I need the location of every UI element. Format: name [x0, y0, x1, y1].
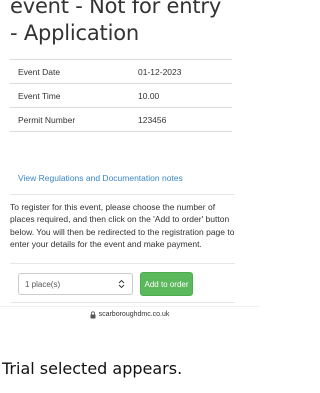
- event-details-table: Event Date 01-12-2023 Event Time 10.00 P…: [10, 59, 232, 132]
- permit-number-value: 123456: [130, 107, 232, 132]
- add-to-order-button[interactable]: Add to order: [140, 272, 193, 296]
- places-select-value: 1 place(s): [25, 279, 61, 289]
- browser-url-text: scarboroughdmc.co.uk: [98, 311, 170, 318]
- table-row: Event Date 01-12-2023: [10, 59, 232, 84]
- event-time-value: 10.00: [130, 83, 232, 108]
- places-select[interactable]: 1 place(s): [18, 273, 133, 295]
- permit-number-label: Permit Number: [10, 107, 130, 132]
- chevron-updown-icon: [114, 276, 128, 292]
- event-title: event - Not for entry - Application: [10, 0, 255, 47]
- event-title-line-1: event - Not for entry: [10, 0, 222, 18]
- order-form: 1 place(s) Add to order: [10, 263, 235, 303]
- regulations-link[interactable]: View Regulations and Documentation notes: [18, 173, 183, 183]
- table-row: Permit Number 123456: [10, 107, 232, 132]
- event-date-label: Event Date: [10, 59, 130, 84]
- caption-text: Trial selected appears.: [2, 359, 183, 378]
- browser-url-bar[interactable]: scarboroughdmc.co.uk: [0, 306, 259, 323]
- lock-icon: [90, 310, 96, 319]
- event-date-value: 01-12-2023: [130, 59, 232, 84]
- table-row: Event Time 10.00: [10, 83, 232, 108]
- event-title-line-2: - Application: [10, 21, 139, 45]
- registration-instructions: To register for this event, please choos…: [10, 194, 235, 250]
- event-time-label: Event Time: [10, 83, 130, 108]
